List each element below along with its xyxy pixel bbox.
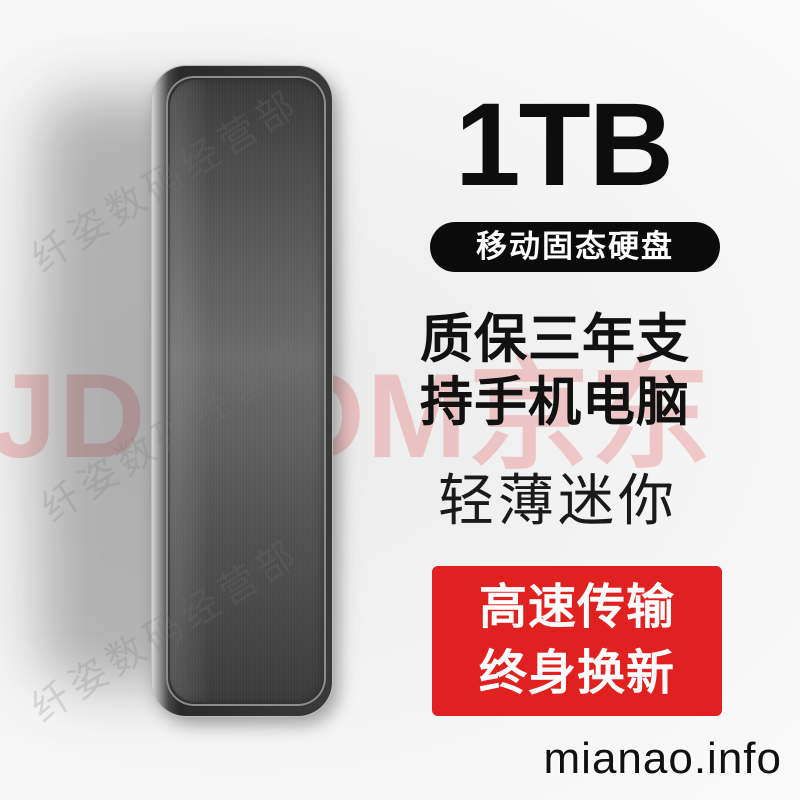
slim-mini-text: 轻薄迷你 — [438, 469, 678, 534]
promo-badge: 高速传输 终身换新 — [432, 566, 722, 716]
warranty-text-line-1: 质保三年支 — [420, 309, 690, 370]
warranty-text-line-2: 持手机电脑 — [420, 372, 690, 433]
capacity-headline: 1TB — [455, 79, 674, 211]
product-image: JD.COM京东 纤姿数码经营部 纤姿数码经营部 纤姿数码经营部 1TB 移动固… — [0, 0, 800, 800]
footer-watermark: mianao.info — [543, 734, 782, 783]
promo-badge-line-2: 终身换新 — [478, 645, 675, 701]
promo-badge-line-1: 高速传输 — [478, 579, 675, 635]
category-pill: 移动固态硬盘 — [430, 222, 720, 272]
